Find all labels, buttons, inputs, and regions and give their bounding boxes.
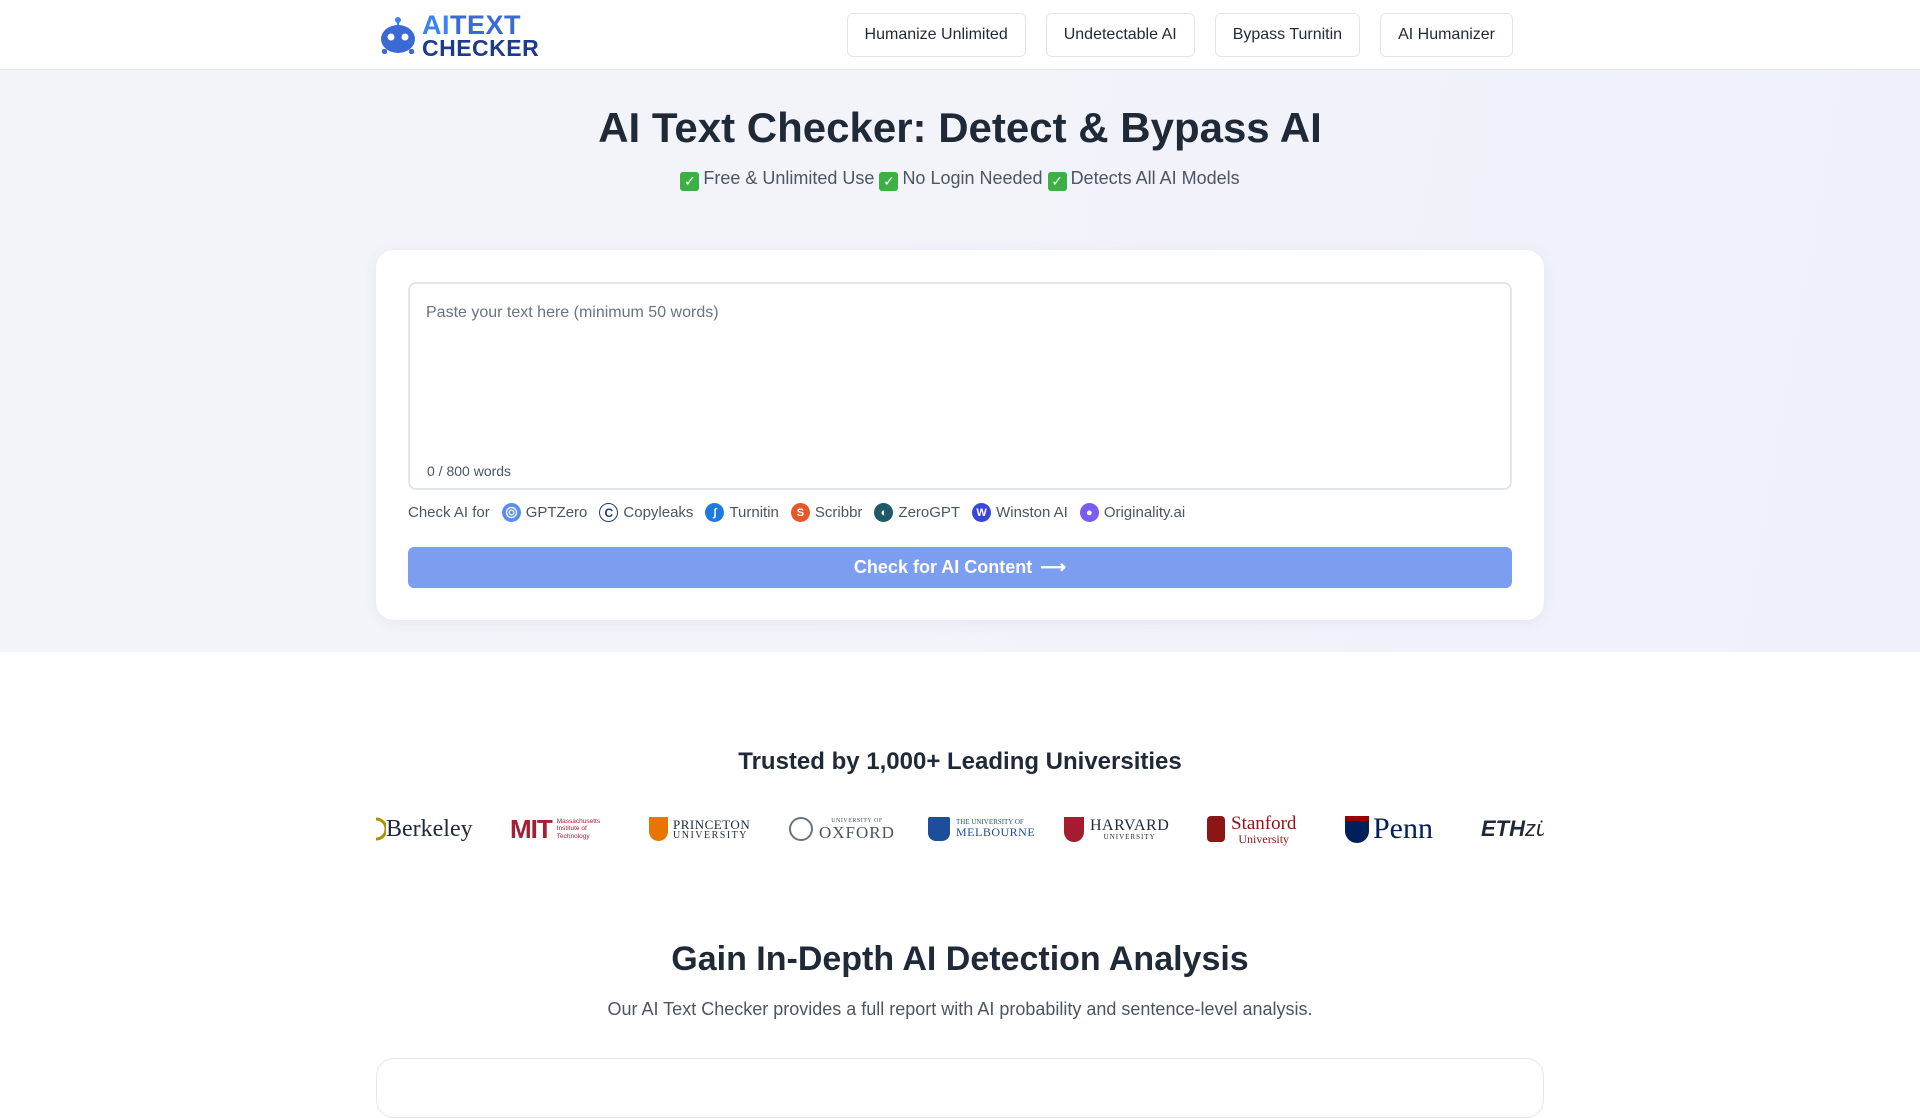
arrow-right-icon: ⟶ [1040,557,1067,577]
text-input-container: 0 / 800 words [408,282,1512,490]
harvard-text: HARVARD UNIVERSITY [1090,816,1170,841]
eth-bold-text: ETH [1481,816,1525,841]
penn-logo: Penn [1345,810,1481,848]
detector-label: Scribbr [814,504,863,521]
detector-turnitin[interactable]: ∫ Turnitin [705,503,779,522]
harvard-shield-icon [1064,816,1084,842]
site-header: AITEXT CHECKER Humanize Unlimited Undete… [0,0,1920,70]
zerogpt-icon: ◐ [874,503,894,522]
detector-winston[interactable]: W Winston AI [972,503,1068,522]
berkeley-logo: Berkeley [376,810,510,848]
berkeley-text: Berkeley [386,815,473,842]
oxford-seal-icon [789,817,813,841]
harvard-logo: HARVARD UNIVERSITY [1064,810,1207,848]
nav-bypass-turnitin[interactable]: Bypass Turnitin [1214,13,1361,57]
detector-gptzero[interactable]: GPTZero [501,503,588,522]
site-logo[interactable]: AITEXT CHECKER [378,12,540,61]
penn-text: Penn [1373,812,1433,845]
winston-icon: W [972,503,992,522]
melbourne-text: THE UNIVERSITY OF MELBOURNE [956,818,1036,840]
detector-label: GPTZero [525,504,588,521]
eth-logo: ETHzüri [1481,810,1544,848]
princeton-text: PRINCETON UNIVERSITY [673,816,751,841]
detector-copyleaks[interactable]: C Copyleaks [599,503,693,522]
detector-label: Originality.ai [1103,504,1186,521]
check-ai-button[interactable]: Check for AI Content ⟶ [408,547,1512,588]
gptzero-icon [501,503,521,522]
scribbr-icon: S [790,503,810,522]
hero-section: AI Text Checker: Detect & Bypass AI ✓ Fre… [0,70,1920,652]
word-count: 0 / 800 words [427,463,512,479]
mit-logo: MIT Massachusetts Institute of Technolog… [510,810,649,848]
analysis-card [376,1058,1544,1118]
detectors-label: Check AI for [408,504,490,521]
oxford-logo: UNIVERSITY OF OXFORD [789,810,928,848]
checkmark-icon: ✓ [879,172,899,191]
detector-scribbr[interactable]: S Scribbr [790,503,863,522]
mit-subtext: Massachusetts Institute of Technology [556,817,601,840]
nav-undetectable-ai[interactable]: Undetectable AI [1045,13,1195,57]
stanford-text: Stanford University [1231,812,1297,846]
university-logos: Berkeley MIT Massachusetts Institute of … [376,810,1544,848]
feature-item: Free & Unlimited Use [703,168,875,188]
text-input[interactable] [410,284,1510,434]
stanford-tree-icon [1207,816,1225,842]
detector-list: Check AI for GPTZero C Copyleaks ∫ Turni… [408,503,1197,522]
logo-wordmark: AITEXT CHECKER [422,12,540,61]
originality-icon: ● [1079,503,1099,522]
page-title: AI Text Checker: Detect & Bypass AI [598,104,1322,151]
trusted-title: Trusted by 1,000+ Leading Universities [738,748,1182,775]
checkmark-icon: ✓ [680,172,700,191]
logo-checker: CHECKER [422,34,540,61]
detector-label: Turnitin [729,504,779,521]
checkmark-icon: ✓ [1047,172,1067,191]
analysis-title: Gain In-Depth AI Detection Analysis [671,940,1249,978]
turnitin-icon: ∫ [705,503,725,522]
feature-item: Detects All AI Models [1070,168,1240,188]
eth-text: züri [1525,816,1544,841]
princeton-shield-icon [649,817,668,841]
robot-icon [378,15,418,57]
detector-label: Winston AI [996,504,1068,521]
penn-shield-icon [1345,815,1369,843]
melbourne-shield-icon [928,817,950,841]
mit-text: MIT [510,813,553,844]
detector-zerogpt[interactable]: ◐ ZeroGPT [874,503,960,522]
copyleaks-icon: C [599,503,619,522]
detector-originality[interactable]: ● Originality.ai [1079,503,1186,522]
top-nav: Humanize Unlimited Undetectable AI Bypas… [846,13,1513,57]
melbourne-logo: THE UNIVERSITY OF MELBOURNE [928,810,1064,848]
detector-label: Copyleaks [623,504,694,521]
stanford-logo: Stanford University [1207,810,1345,848]
check-ai-button-label: Check for AI Content [853,557,1033,577]
detector-label: ZeroGPT [898,504,961,521]
oxford-text: UNIVERSITY OF OXFORD [819,817,895,842]
princeton-logo: PRINCETON UNIVERSITY [649,810,789,848]
feature-item: No Login Needed [902,168,1043,188]
analysis-subtitle: Our AI Text Checker provides a full repo… [607,999,1313,1019]
nav-humanize-unlimited[interactable]: Humanize Unlimited [846,13,1026,57]
nav-ai-humanizer[interactable]: AI Humanizer [1380,13,1513,57]
feature-list: ✓ Free & Unlimited Use ✓ No Login Needed ✓… [0,168,1920,191]
checker-card: 0 / 800 words Check AI for GPTZero C Cop… [376,250,1544,620]
